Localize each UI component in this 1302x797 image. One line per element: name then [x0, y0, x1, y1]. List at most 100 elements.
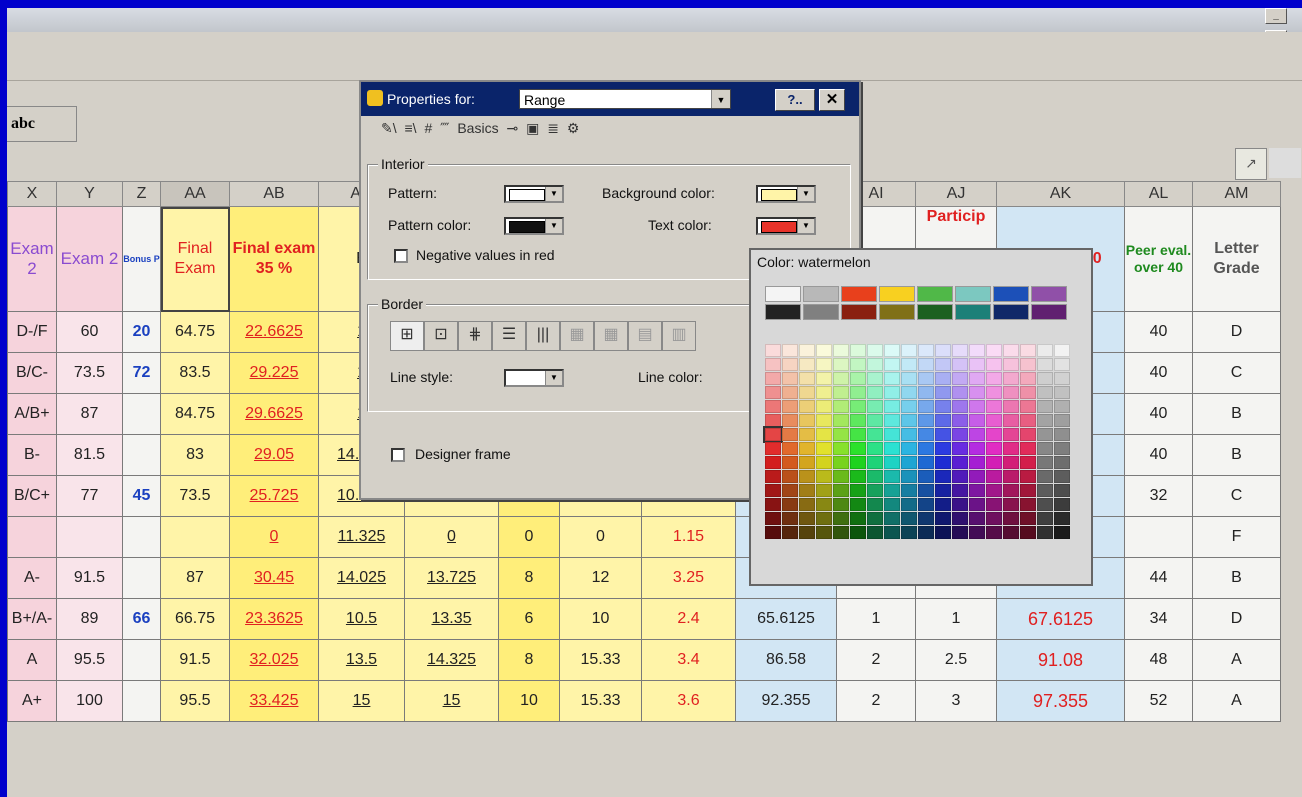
cell[interactable]: B — [1192, 557, 1281, 599]
color-swatch[interactable] — [765, 372, 781, 385]
cell[interactable]: 97.355 — [996, 680, 1125, 722]
color-swatch[interactable] — [918, 442, 934, 455]
color-swatch[interactable] — [986, 428, 1002, 441]
cell[interactable]: 2.5 — [915, 639, 997, 681]
color-swatch[interactable] — [1003, 512, 1019, 525]
cell[interactable]: 32.025 — [229, 639, 319, 681]
cell[interactable]: C — [1192, 352, 1281, 394]
cell[interactable]: 6 — [498, 598, 560, 640]
color-swatch[interactable] — [884, 484, 900, 497]
cell[interactable]: Bonus P — [122, 206, 161, 312]
color-swatch[interactable] — [816, 400, 832, 413]
color-swatch[interactable] — [782, 484, 798, 497]
column-header[interactable]: Y — [56, 181, 123, 207]
cell[interactable] — [122, 680, 161, 722]
cell[interactable]: 1.15 — [641, 516, 736, 558]
cell[interactable]: 40 — [1124, 393, 1193, 435]
chevron-down-icon[interactable]: ▼ — [797, 187, 814, 201]
border-horizontal-button[interactable]: ☰ — [492, 321, 526, 351]
object-combo[interactable]: Range ▼ — [519, 89, 731, 109]
color-swatch[interactable] — [1054, 344, 1070, 357]
color-swatch[interactable] — [841, 286, 877, 302]
cell[interactable]: 87 — [56, 393, 123, 435]
cell[interactable]: 48 — [1124, 639, 1193, 681]
chevron-down-icon[interactable]: ▼ — [545, 219, 562, 233]
color-swatch[interactable] — [799, 372, 815, 385]
color-swatch[interactable] — [901, 358, 917, 371]
color-swatch[interactable] — [969, 484, 985, 497]
tab-number[interactable]: # — [422, 120, 434, 136]
color-swatch[interactable] — [935, 414, 951, 427]
chart-expert-icon[interactable]: ↗ — [1235, 148, 1267, 180]
color-swatch[interactable] — [952, 386, 968, 399]
color-swatch[interactable] — [986, 358, 1002, 371]
color-swatch[interactable] — [1003, 372, 1019, 385]
cell[interactable]: 14.325 — [404, 639, 499, 681]
color-swatch[interactable] — [799, 470, 815, 483]
color-swatch[interactable] — [799, 456, 815, 469]
color-swatch[interactable] — [782, 442, 798, 455]
color-swatch[interactable] — [1037, 414, 1053, 427]
color-swatch[interactable] — [850, 442, 866, 455]
color-swatch[interactable] — [952, 456, 968, 469]
color-swatch[interactable] — [884, 512, 900, 525]
color-swatch[interactable] — [867, 526, 883, 539]
cell[interactable]: D — [1192, 598, 1281, 640]
color-swatch[interactable] — [952, 400, 968, 413]
color-swatch[interactable] — [901, 526, 917, 539]
color-swatch[interactable] — [884, 470, 900, 483]
color-swatch[interactable] — [1020, 456, 1036, 469]
color-swatch[interactable] — [799, 526, 815, 539]
cell[interactable]: 23.3625 — [229, 598, 319, 640]
background-color-picker[interactable]: ▼ — [756, 185, 816, 203]
color-swatch[interactable] — [935, 512, 951, 525]
cell[interactable]: 1 — [915, 598, 997, 640]
color-swatch[interactable] — [1054, 414, 1070, 427]
color-swatch[interactable] — [833, 428, 849, 441]
color-swatch[interactable] — [833, 442, 849, 455]
color-swatch[interactable] — [952, 358, 968, 371]
color-swatch[interactable] — [1003, 498, 1019, 511]
color-swatch[interactable] — [1003, 456, 1019, 469]
color-swatch[interactable] — [884, 400, 900, 413]
color-swatch[interactable] — [765, 484, 781, 497]
color-swatch[interactable] — [816, 442, 832, 455]
cell[interactable]: 45 — [122, 475, 161, 517]
cell[interactable]: 0 — [498, 516, 560, 558]
column-header[interactable]: AA — [160, 181, 230, 207]
color-swatch[interactable] — [1031, 304, 1067, 320]
cell[interactable]: 34 — [1124, 598, 1193, 640]
color-swatch[interactable] — [765, 304, 801, 320]
color-swatch[interactable] — [816, 512, 832, 525]
color-swatch[interactable] — [879, 304, 915, 320]
color-swatch[interactable] — [935, 498, 951, 511]
color-swatch[interactable] — [884, 526, 900, 539]
text-color-picker[interactable]: ▼ — [756, 217, 816, 235]
tab-display[interactable]: ▣ — [524, 120, 541, 137]
tab-numeric-format[interactable]: ✎\ — [379, 120, 399, 137]
cell[interactable]: 0 — [229, 516, 319, 558]
color-swatch[interactable] — [986, 526, 1002, 539]
color-swatch[interactable] — [986, 512, 1002, 525]
color-swatch[interactable] — [850, 358, 866, 371]
cell[interactable]: 95.5 — [56, 639, 123, 681]
cell[interactable]: Final exam 35 % — [229, 206, 319, 312]
color-swatch[interactable] — [1054, 358, 1070, 371]
cell[interactable] — [7, 516, 57, 558]
color-swatch[interactable] — [782, 386, 798, 399]
color-swatch[interactable] — [969, 512, 985, 525]
color-swatch[interactable] — [1020, 400, 1036, 413]
color-swatch[interactable] — [952, 470, 968, 483]
cell[interactable]: 84.75 — [160, 393, 230, 435]
cell[interactable] — [122, 516, 161, 558]
tab-print[interactable]: ≣ — [545, 120, 561, 137]
cell[interactable]: 92.355 — [735, 680, 837, 722]
color-swatch[interactable] — [833, 372, 849, 385]
cell[interactable]: B+/A- — [7, 598, 57, 640]
chevron-down-icon[interactable]: ▼ — [545, 371, 562, 385]
color-swatch[interactable] — [850, 512, 866, 525]
color-swatch[interactable] — [986, 470, 1002, 483]
color-swatch[interactable] — [986, 484, 1002, 497]
color-swatch[interactable] — [918, 512, 934, 525]
color-swatch[interactable] — [833, 386, 849, 399]
